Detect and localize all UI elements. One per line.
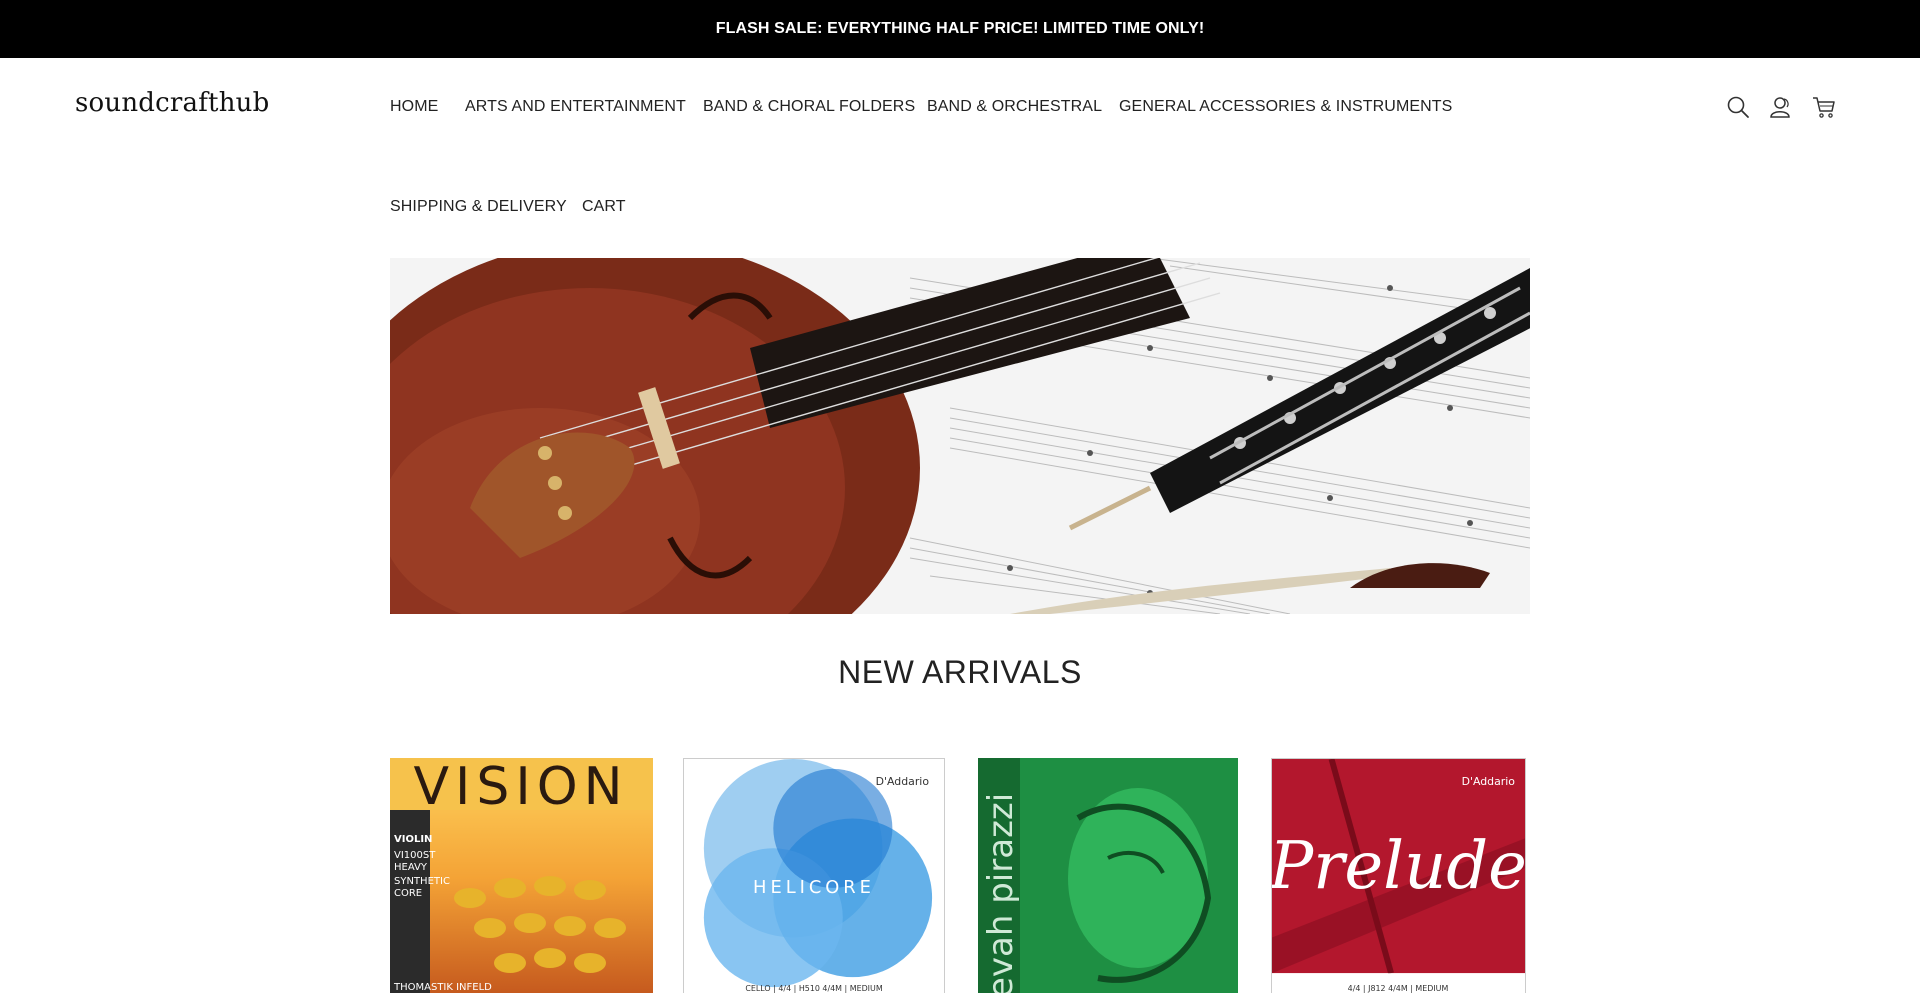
svg-text:VIOLIN: VIOLIN [394,834,432,845]
product-card-evah-pirazzi[interactable]: evah pirazzi [978,758,1238,993]
nav-arts-and-entertainment[interactable]: ARTS AND ENTERTAINMENT [465,98,686,116]
product-card-helicore[interactable]: D'Addario HELICORE CELLO | 4/4 | H510 4/… [683,758,945,993]
svg-text:CELLO | 4/4 | H510 4/4M | MEDI: CELLO | 4/4 | H510 4/4M | MEDIUM [745,984,882,993]
nav-band-orchestral[interactable]: BAND & ORCHESTRAL [927,98,1102,116]
nav-shipping-delivery[interactable]: SHIPPING & DELIVERY [390,198,567,216]
nav-band-choral-folders[interactable]: BAND & CHORAL FOLDERS [703,98,915,116]
search-icon[interactable] [1725,94,1751,120]
account-icon[interactable] [1768,94,1794,120]
svg-text:D'Addario: D'Addario [1462,775,1516,788]
svg-text:SYNTHETIC: SYNTHETIC [394,876,450,887]
svg-text:4/4 | J812 4/4M | MEDIUM: 4/4 | J812 4/4M | MEDIUM [1348,984,1449,993]
announcement-bar: FLASH SALE: EVERYTHING HALF PRICE! LIMIT… [0,0,1920,58]
svg-text:VI100ST: VI100ST [394,850,436,861]
vision-brand: VISION [413,758,628,817]
nav-home[interactable]: HOME [390,98,438,116]
product-card-vision[interactable]: VISION VIOLIN VI100ST HEAVY SYNTHETIC CO… [390,758,653,993]
svg-text:THOMASTIK INFELD: THOMASTIK INFELD [393,982,492,993]
svg-text:Prelude: Prelude [1272,828,1525,904]
new-arrivals-title: NEW ARRIVALS [838,654,1082,690]
site-logo[interactable]: soundcrafthub [75,88,269,118]
cart-icon[interactable] [1811,94,1837,120]
svg-text:D'Addario: D'Addario [876,775,930,788]
announcement-text: FLASH SALE: EVERYTHING HALF PRICE! LIMIT… [715,20,1205,37]
product-card-prelude[interactable]: D'Addario Prelude 4/4 | J812 4/4M | MEDI… [1271,758,1526,993]
hero-image [390,258,1530,614]
svg-text:CORE: CORE [394,888,422,899]
nav-cart[interactable]: CART [582,198,626,216]
svg-text:evah pirazzi: evah pirazzi [981,793,1021,993]
nav-general-accessories-instruments[interactable]: GENERAL ACCESSORIES & INSTRUMENTS [1119,98,1452,116]
svg-text:HEAVY: HEAVY [394,862,428,873]
svg-text:HELICORE: HELICORE [753,877,875,898]
